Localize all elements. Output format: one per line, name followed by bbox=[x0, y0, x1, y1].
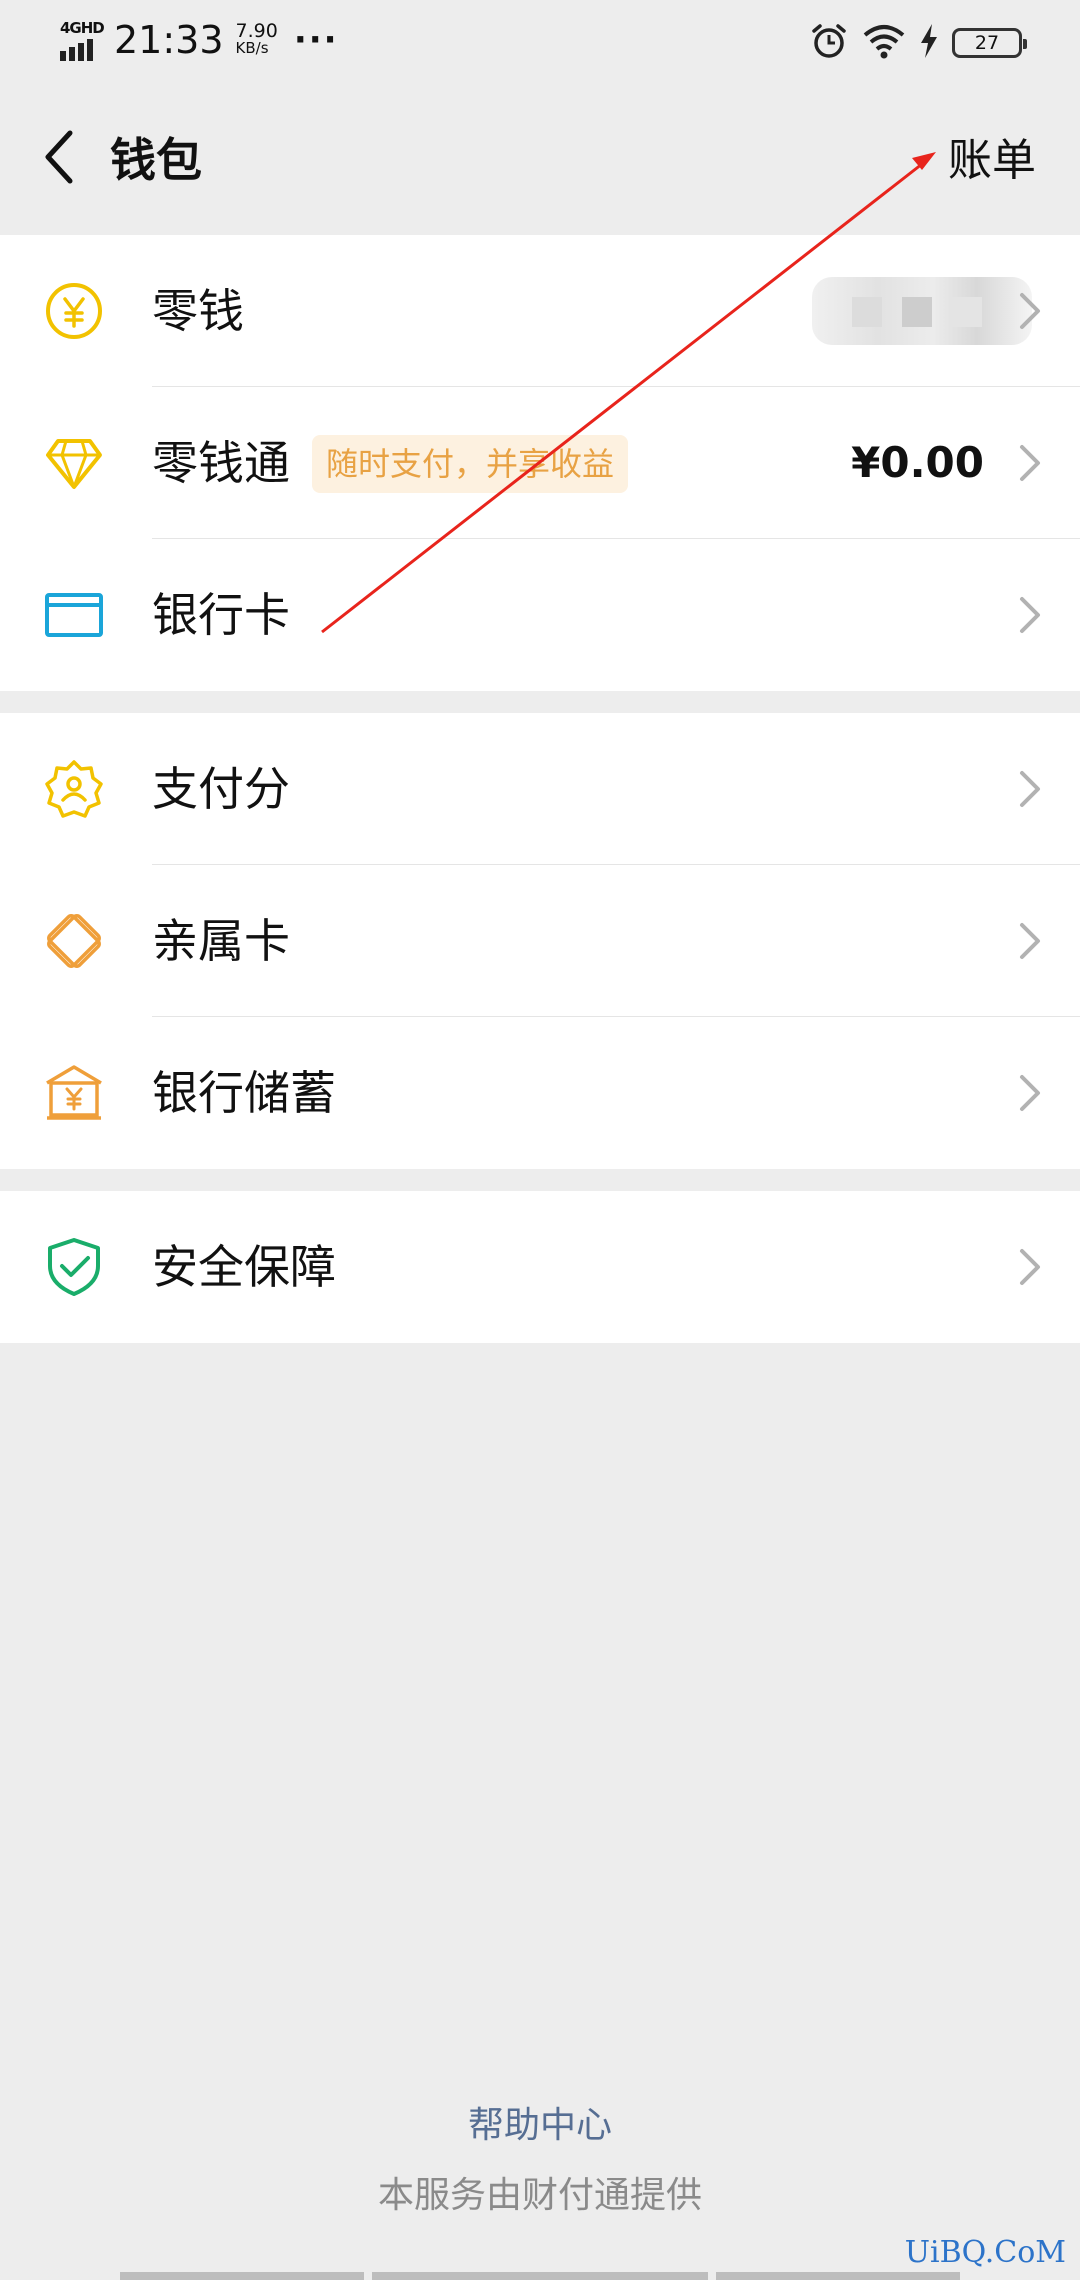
wifi-icon bbox=[862, 23, 906, 63]
back-arrow-icon bbox=[45, 130, 73, 184]
nav-bar: 钱包 账单 bbox=[0, 80, 1080, 235]
yuan-coin-icon bbox=[42, 279, 106, 343]
status-left: 4GHD 21:33 7.90 KB/s ··· bbox=[58, 18, 339, 62]
list-item-label: 银行卡 bbox=[152, 588, 290, 642]
balance-masked bbox=[812, 277, 1032, 345]
list-item-bank-savings[interactable]: 银行储蓄 bbox=[0, 1017, 1080, 1169]
shield-check-icon bbox=[42, 1235, 106, 1299]
bank-card-icon bbox=[42, 583, 106, 647]
more-notifications-icon: ··· bbox=[293, 20, 339, 60]
provider-text: 本服务由财付通提供 bbox=[377, 2175, 702, 2216]
list-item-label: 银行储蓄 bbox=[152, 1066, 336, 1120]
chevron-right-icon bbox=[1020, 597, 1040, 633]
list-item-label: 亲属卡 bbox=[152, 914, 290, 968]
status-right: 27 bbox=[810, 22, 1027, 64]
security-group: 安全保障 bbox=[0, 1191, 1080, 1343]
chevron-right-icon bbox=[1020, 771, 1040, 807]
chevron-right-icon bbox=[1020, 923, 1040, 959]
chevron-right-icon bbox=[1020, 1075, 1040, 1111]
clock: 21:33 bbox=[114, 18, 224, 62]
list-item-family-card[interactable]: 亲属卡 bbox=[0, 865, 1080, 1017]
network-speed: 7.90 KB/s bbox=[235, 20, 278, 57]
diamond-icon bbox=[42, 431, 106, 495]
services-group: 支付分 亲属卡 银行储蓄 bbox=[0, 713, 1080, 1169]
network-type: 4GHD bbox=[60, 19, 105, 37]
list-item-label: 零钱 bbox=[152, 284, 244, 338]
battery-icon: 27 bbox=[952, 28, 1027, 58]
signal-icon bbox=[60, 39, 93, 61]
watermark: UiBQ.CoM bbox=[904, 2235, 1066, 2270]
list-item-bank-card[interactable]: 银行卡 bbox=[0, 539, 1080, 691]
back-button[interactable] bbox=[34, 122, 84, 192]
balance-value: ¥0.00 bbox=[851, 438, 984, 487]
list-item-label: 零钱通 bbox=[152, 436, 290, 490]
list-item-label: 安全保障 bbox=[152, 1240, 336, 1294]
list-item-security[interactable]: 安全保障 bbox=[0, 1191, 1080, 1343]
chevron-right-icon bbox=[1020, 445, 1040, 481]
speed-unit: KB/s bbox=[235, 39, 269, 57]
speed-value: 7.90 bbox=[235, 20, 278, 42]
list-item-change[interactable]: 零钱 bbox=[0, 235, 1080, 387]
funds-group: 零钱 零钱通 随时支付，并享收益 ¥0.00 银行卡 bbox=[0, 235, 1080, 691]
list-item-payment-score[interactable]: 支付分 bbox=[0, 713, 1080, 865]
payment-score-icon bbox=[42, 757, 106, 821]
list-item-licaitong[interactable]: 零钱通 随时支付，并享收益 ¥0.00 bbox=[0, 387, 1080, 539]
help-center-link[interactable]: 帮助中心 bbox=[0, 2096, 1080, 2148]
list-item-label: 支付分 bbox=[152, 762, 290, 816]
network-indicator: 4GHD bbox=[58, 19, 106, 61]
charging-icon bbox=[920, 24, 938, 62]
chevron-right-icon bbox=[1020, 293, 1040, 329]
battery-level: 27 bbox=[974, 32, 1000, 54]
status-bar: 4GHD 21:33 7.90 KB/s ··· 27 bbox=[0, 0, 1080, 80]
family-card-icon bbox=[42, 909, 106, 973]
bill-button[interactable]: 账单 bbox=[948, 124, 1036, 188]
chevron-right-icon bbox=[1020, 1249, 1040, 1285]
promo-tag: 随时支付，并享收益 bbox=[312, 435, 629, 493]
bank-savings-icon bbox=[42, 1061, 106, 1125]
page-title: 钱包 bbox=[110, 133, 202, 187]
bottom-edge-bars bbox=[120, 2272, 960, 2280]
alarm-icon bbox=[810, 22, 848, 64]
